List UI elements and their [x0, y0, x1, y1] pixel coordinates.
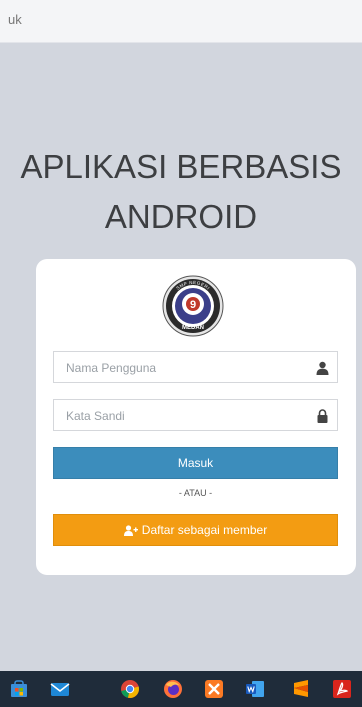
or-separator: - ATAU -: [178, 488, 213, 498]
user-plus-icon: [123, 524, 138, 536]
tab-title[interactable]: uk: [8, 12, 22, 27]
firefox-icon[interactable]: [163, 679, 183, 699]
page-title: APLIKASI BERBASIS ANDROID: [0, 142, 362, 242]
username-field[interactable]: [53, 351, 338, 384]
user-icon: [316, 360, 329, 375]
login-button[interactable]: Masuk: [53, 447, 338, 479]
taskbar: [0, 671, 362, 707]
password-input[interactable]: [64, 400, 308, 432]
logo-bottom-text: MEDAN: [182, 325, 204, 331]
chrome-icon[interactable]: [120, 679, 140, 699]
xampp-icon[interactable]: [204, 679, 224, 699]
logo-number: 9: [190, 299, 196, 311]
mail-icon[interactable]: [50, 679, 70, 699]
page-title-line-2: ANDROID: [104, 198, 258, 235]
login-button-label: Masuk: [177, 456, 214, 470]
lock-icon: [316, 408, 329, 423]
sublime-icon[interactable]: [291, 679, 311, 699]
register-button[interactable]: Daftar sebagai member: [53, 514, 338, 546]
register-button-label: Daftar sebagai member: [141, 523, 268, 537]
username-input[interactable]: [64, 352, 308, 384]
password-field[interactable]: [53, 399, 338, 432]
store-icon[interactable]: [9, 679, 29, 699]
acrobat-icon[interactable]: [332, 679, 352, 699]
browser-tab-bar: uk: [0, 0, 362, 43]
word-icon[interactable]: [245, 679, 265, 699]
page-title-line-1: APLIKASI BERBASIS: [20, 148, 342, 185]
school-logo: SMP NEGERI 9 MEDAN: [162, 275, 224, 337]
